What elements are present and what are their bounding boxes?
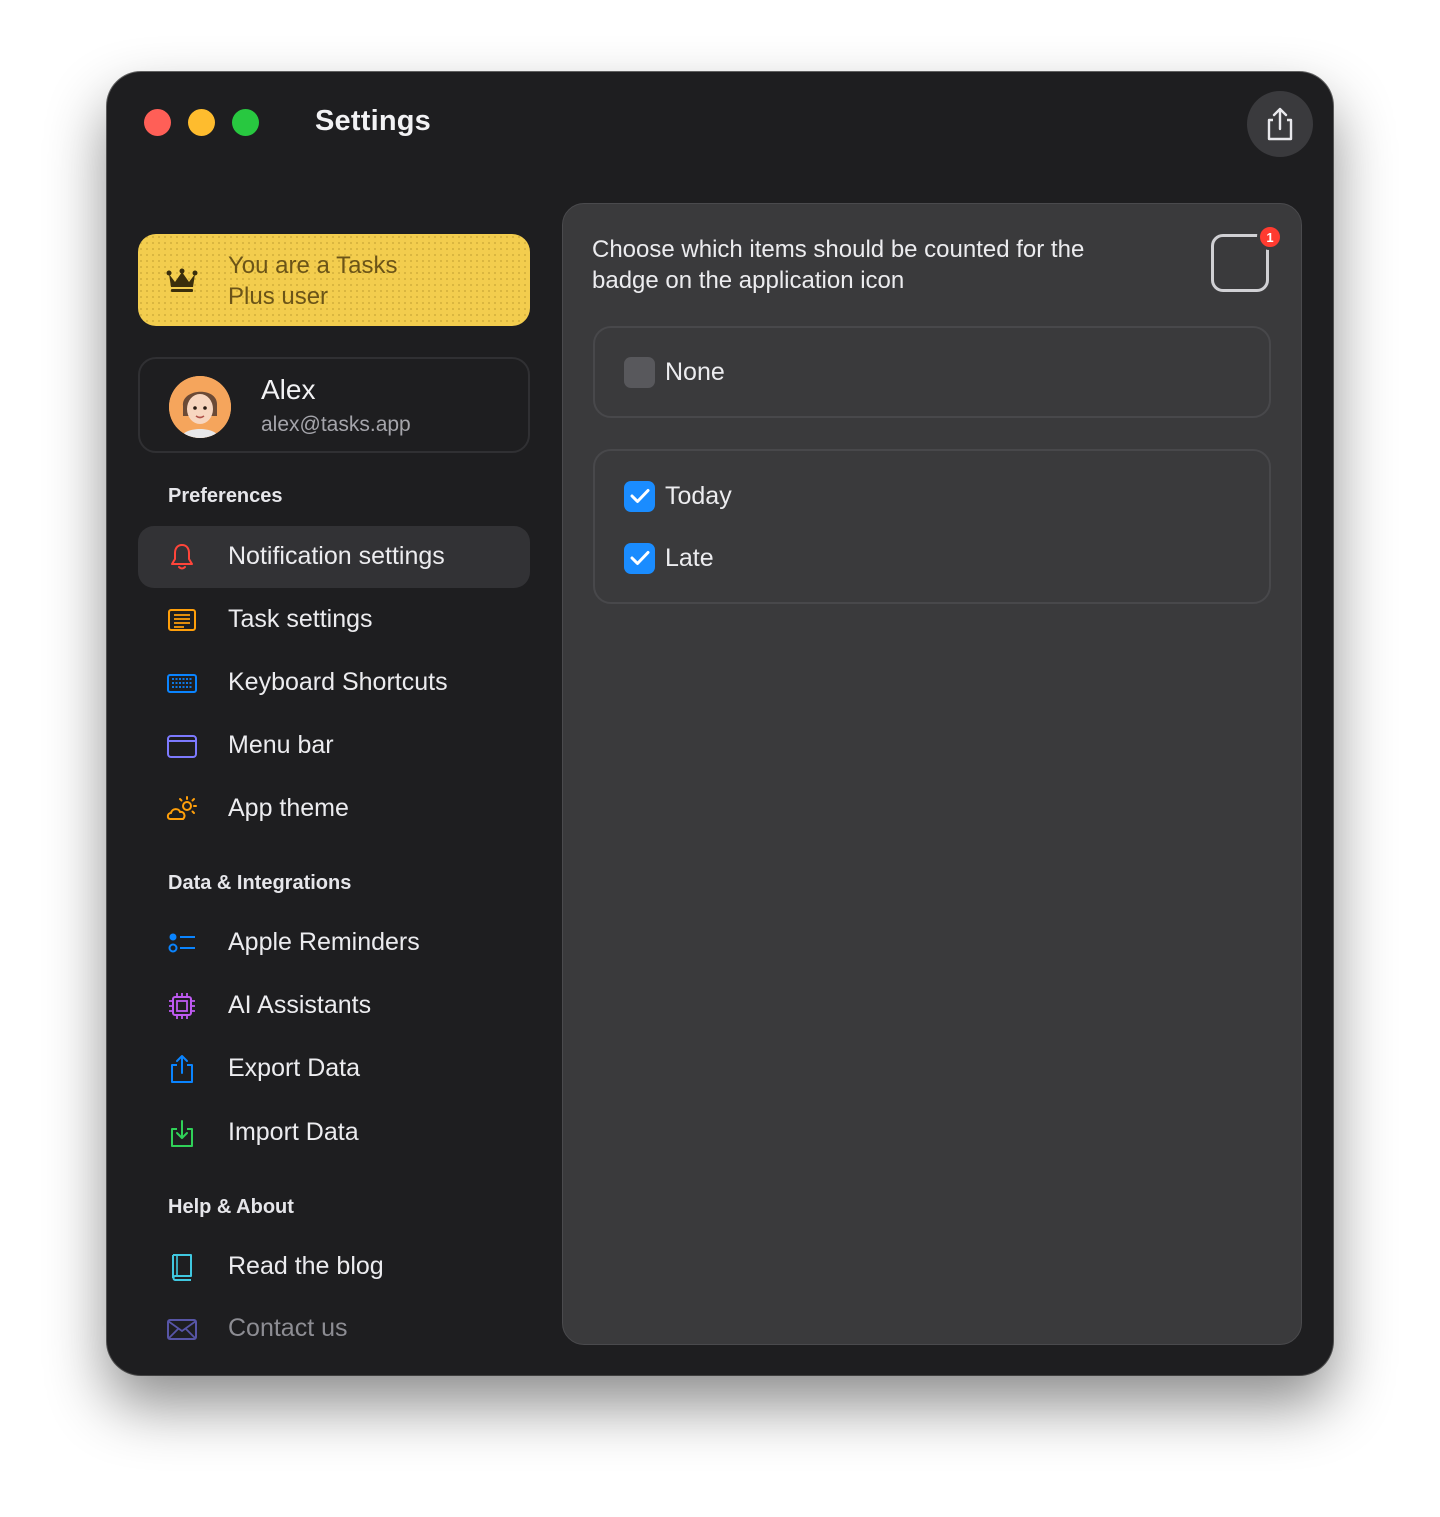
settings-window: Settings You are a Tasks Plus user Alex …: [107, 72, 1333, 1375]
tasks-plus-line1: You are a Tasks: [228, 252, 398, 279]
minimize-window-button[interactable]: [188, 109, 215, 136]
sidebar-item-label: Read the blog: [228, 1252, 384, 1280]
tasks-plus-card[interactable]: You are a Tasks Plus user: [138, 234, 530, 326]
sidebar-item-export-data[interactable]: Export Data: [138, 1038, 530, 1100]
option-late[interactable]: Late: [624, 541, 714, 575]
checkmark-icon: [630, 489, 649, 503]
sidebar-item-app-theme[interactable]: App theme: [138, 778, 530, 840]
option-label: Late: [665, 543, 714, 572]
sidebar-item-label: Keyboard Shortcuts: [228, 668, 448, 696]
option-group-counted: Today Late: [593, 449, 1271, 604]
list-icon: [168, 609, 196, 631]
envelope-icon: [167, 1319, 197, 1340]
book-icon: [172, 1254, 192, 1281]
today-checkbox[interactable]: [624, 480, 655, 512]
none-checkbox[interactable]: [624, 356, 655, 388]
crown-icon: [166, 268, 198, 292]
sidebar-item-menu-bar[interactable]: Menu bar: [138, 715, 530, 777]
sidebar-item-label: Import Data: [228, 1118, 359, 1146]
reminders-icon: [168, 933, 195, 953]
sidebar-item-keyboard-shortcuts[interactable]: Keyboard Shortcuts: [138, 652, 530, 714]
sidebar-item-ai-assistants[interactable]: AI Assistants: [138, 975, 530, 1037]
user-name: Alex: [261, 374, 316, 405]
section-help-about: Help & About: [168, 1196, 294, 1218]
checkmark-icon: [630, 551, 649, 565]
badge-description: Choose which items should be counted for…: [592, 236, 1085, 294]
option-label: None: [665, 357, 725, 386]
window-title: Settings: [315, 105, 431, 137]
user-account-card[interactable]: Alex alex@tasks.app: [138, 357, 530, 453]
option-today[interactable]: Today: [624, 479, 732, 513]
avatar: [169, 376, 231, 438]
sidebar-item-task-settings[interactable]: Task settings: [138, 589, 530, 651]
tasks-plus-text: You are a Tasks Plus user: [228, 250, 397, 312]
menubar-icon: [167, 735, 197, 758]
keyboard-icon: [167, 674, 197, 693]
import-icon: [171, 1120, 193, 1147]
sidebar-item-label: Contact us: [228, 1314, 348, 1342]
bell-icon: [171, 544, 193, 570]
option-group-none: None: [593, 326, 1271, 418]
close-window-button[interactable]: [144, 109, 171, 136]
section-preferences: Preferences: [168, 485, 283, 507]
share-button[interactable]: [1247, 91, 1313, 157]
sidebar-item-contact-us[interactable]: Contact us: [138, 1298, 530, 1360]
late-checkbox[interactable]: [624, 542, 655, 574]
share-icon: [1267, 107, 1293, 141]
sidebar-item-label: Notification settings: [228, 542, 445, 570]
option-none[interactable]: None: [624, 355, 725, 389]
zoom-window-button[interactable]: [232, 109, 259, 136]
sidebar-item-label: Export Data: [228, 1054, 361, 1082]
export-icon: [171, 1055, 193, 1083]
option-label: Today: [665, 481, 732, 510]
sidebar-item-label: Task settings: [228, 605, 373, 633]
sidebar-item-label: Menu bar: [228, 731, 334, 759]
sidebar-item-read-the-blog[interactable]: Read the blog: [138, 1236, 530, 1298]
user-email: alex@tasks.app: [261, 413, 411, 436]
avatar-memoji-icon: [169, 376, 231, 438]
badge-count: 1: [1257, 224, 1283, 250]
cpu-icon: [169, 993, 195, 1019]
section-data-integrations: Data & Integrations: [168, 872, 352, 894]
sidebar-item-label: App theme: [228, 794, 349, 822]
sidebar-item-label: Apple Reminders: [228, 928, 420, 956]
sidebar-item-apple-reminders[interactable]: Apple Reminders: [138, 912, 530, 974]
notification-settings-panel: Choose which items should be counted for…: [562, 203, 1302, 1345]
sidebar-item-notification-settings[interactable]: Notification settings: [138, 526, 530, 588]
tasks-plus-line2: Plus user: [228, 283, 329, 310]
sidebar-item-import-data[interactable]: Import Data: [138, 1102, 530, 1164]
sun-cloud-icon: [166, 796, 197, 820]
sidebar-item-label: AI Assistants: [228, 991, 372, 1019]
app-badge-preview-icon: 1: [1209, 224, 1283, 296]
